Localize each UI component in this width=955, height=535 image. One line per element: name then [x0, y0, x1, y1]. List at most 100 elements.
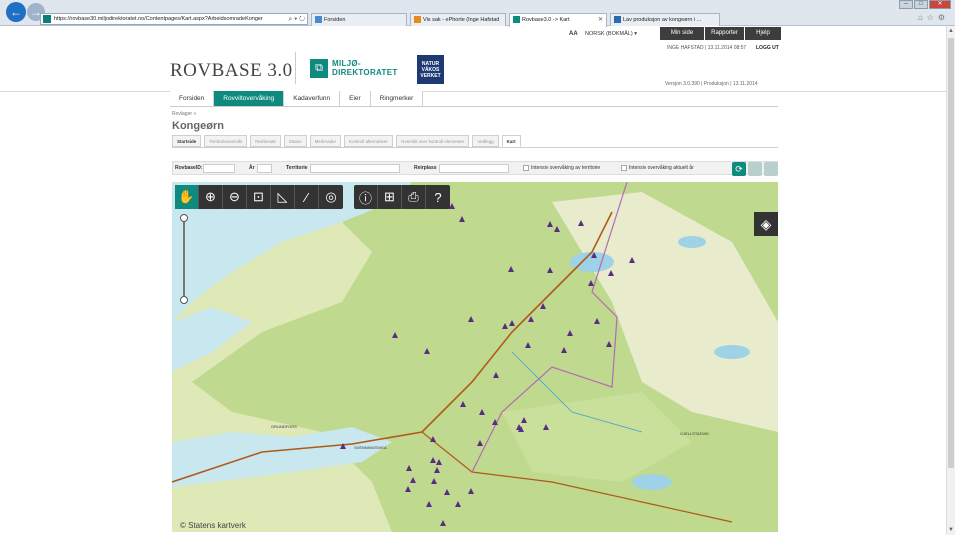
tab-favicon-icon	[614, 16, 621, 23]
tab-label: Rovbase3.0 -> Kart	[522, 17, 570, 23]
menu-item-kadaverfunn[interactable]: Kadaverfunn	[284, 91, 341, 106]
page-title: Kongeørn	[172, 120, 224, 132]
maximize-icon[interactable]: □	[914, 0, 928, 9]
tab-kongeorn-article[interactable]: Lav produksjon av kongeørn i ...	[610, 13, 720, 26]
filter-bar: RovbaseID: År Territorie Reirplass Inten…	[172, 161, 778, 176]
logo-line: MILJØ-	[332, 59, 361, 68]
reports-button[interactable]: Rapporter	[705, 27, 744, 40]
miljodirektoratet-logo-text: MILJØ- DIREKTORATET	[332, 59, 398, 77]
layers-icon[interactable]: ◈	[754, 212, 778, 236]
zoom-out-icon[interactable]: ⊖	[223, 185, 247, 209]
scroll-down-icon[interactable]: ▼	[948, 527, 954, 533]
subtab-kart[interactable]: Kart	[501, 135, 521, 147]
zoom-in-icon[interactable]: ⊕	[199, 185, 223, 209]
intensive-current-label: Intensiv overvåking aktuelt år	[629, 165, 694, 171]
print-icon[interactable]: ⎙	[402, 185, 426, 209]
menu-underline	[170, 106, 778, 107]
place-label: GRUNDFORS	[271, 424, 297, 429]
breadcrumb[interactable]: Rovlager »	[172, 111, 196, 117]
nest-label: Reirplass	[414, 165, 437, 171]
my-page-button[interactable]: Min side	[660, 27, 704, 40]
zoom-max-knob[interactable]	[180, 214, 188, 222]
territory-label: Territorie	[286, 165, 308, 171]
map-canvas	[172, 182, 778, 532]
app-title: ROVBASE 3.0	[170, 60, 293, 81]
back-arrow-icon[interactable]: ←	[6, 2, 26, 22]
subtab-reirbesok[interactable]: Reirbesøk	[250, 135, 281, 147]
version-info: Versjon 3.0.390 | Produksjon | 13.11.201…	[665, 81, 758, 87]
scrollbar-thumb[interactable]	[948, 38, 954, 468]
map-toolbar-secondary: ⓘ ⊞ ⎙ ?	[354, 185, 450, 209]
subtab-underline	[172, 147, 778, 148]
rovbase-id-input[interactable]	[203, 164, 235, 173]
intensive-territory-label: Intensiv overvåking av territorie	[531, 165, 601, 171]
subtab-status[interactable]: Status	[283, 135, 307, 147]
browser-chrome: ← → https://rovbase30.miljodirektoratet.…	[0, 0, 955, 27]
browser-toolbar-icons[interactable]: ⌂☆⚙	[918, 13, 949, 22]
map-view[interactable]: GRUNDFORS SVENNINGSVIKA GJELLSTADVIK ✋ ⊕…	[172, 182, 778, 532]
menu-item-rovviltovervaking[interactable]: Rovviltovervåking	[214, 91, 285, 106]
pan-hand-icon[interactable]: ✋	[175, 185, 199, 209]
scroll-up-icon[interactable]: ▲	[948, 28, 954, 34]
intensive-territory-checkbox[interactable]	[523, 165, 529, 171]
logout-link[interactable]: LOGG UT	[756, 45, 779, 51]
subtab-kontroll-alternativer[interactable]: Kontroll alternativer	[344, 135, 393, 147]
menu-item-forsiden[interactable]: Forsiden	[170, 91, 215, 106]
info-area-icon[interactable]: ⊞	[378, 185, 402, 209]
window-controls: – □ ✕	[899, 0, 951, 10]
delete-icon[interactable]	[764, 162, 778, 176]
search-refresh-icon[interactable]: ⌕ ▾ ↻	[288, 14, 305, 24]
menu-item-ringmerker[interactable]: Ringmerker	[370, 91, 424, 106]
measure-angle-icon[interactable]: ◺	[271, 185, 295, 209]
center-target-icon[interactable]: ◎	[319, 185, 343, 209]
subtab-startside[interactable]: Startside	[172, 135, 202, 147]
subtab-bar: Startside Territorieoversikt Reirbesøk S…	[172, 135, 521, 147]
text-size-toggle[interactable]: AA	[569, 31, 578, 37]
year-input[interactable]	[257, 164, 272, 173]
refresh-search-icon[interactable]: ⟳	[732, 162, 746, 176]
minimize-icon[interactable]: –	[899, 0, 913, 9]
tab-favicon-icon	[414, 16, 421, 23]
save-icon[interactable]	[748, 162, 762, 176]
language-select[interactable]: NORSK (BOKMÅL) ▾	[585, 31, 637, 37]
tab-ephorte[interactable]: Vis sak - ePhorte (Inge Hafstad	[410, 13, 506, 26]
place-label: SVENNINGSVIKA	[354, 445, 387, 450]
tab-forsiden[interactable]: Forsiden	[311, 13, 407, 26]
menu-item-eier[interactable]: Eier	[340, 91, 371, 106]
header-rule	[0, 91, 946, 92]
zoom-slider-handle[interactable]	[180, 296, 188, 304]
nest-input[interactable]	[439, 164, 509, 173]
tab-favicon-icon	[315, 16, 322, 23]
rovbase-id-label: RovbaseID:	[175, 165, 203, 171]
zoom-track[interactable]	[183, 218, 185, 300]
map-attribution: © Statens kartverk	[180, 521, 246, 530]
tab-label: Lav produksjon av kongeørn i ...	[623, 17, 702, 23]
info-point-icon[interactable]: ⓘ	[354, 185, 378, 209]
territory-input[interactable]	[310, 164, 400, 173]
place-label: GJELLSTADVIK	[680, 431, 710, 436]
tab-label: Forsiden	[324, 17, 346, 23]
miljodirektoratet-logo-icon: ⧉	[310, 59, 328, 78]
close-window-icon[interactable]: ✕	[929, 0, 951, 9]
address-bar[interactable]: https://rovbase30.miljodirektoratet.no/C…	[40, 13, 308, 25]
subtab-territorieoversikt[interactable]: Territorieoversikt	[204, 135, 248, 147]
zoom-box-icon[interactable]: ⊡	[247, 185, 271, 209]
logo-line: DIREKTORATET	[332, 68, 398, 77]
site-favicon-icon	[43, 15, 51, 23]
address-text: https://rovbase30.miljodirektoratet.no/C…	[54, 16, 263, 22]
subtab-kontroll-elementer[interactable]: Oversikt over kontroll elementer	[395, 135, 470, 147]
subtab-vedlegg[interactable]: Vedlegg	[472, 135, 499, 147]
intensive-current-checkbox[interactable]	[621, 165, 627, 171]
page-scrollbar[interactable]: ▲ ▼	[946, 26, 955, 535]
main-menu: Forsiden Rovviltovervåking Kadaverfunn E…	[170, 91, 424, 106]
subtab-merknader[interactable]: Merknader	[309, 135, 342, 147]
measure-line-icon[interactable]: ⁄	[295, 185, 319, 209]
help-button[interactable]: Hjelp	[745, 27, 781, 40]
zoom-slider[interactable]	[180, 214, 188, 304]
logo-line: VERKET	[420, 73, 441, 79]
map-toolbar: ✋ ⊕ ⊖ ⊡ ◺ ⁄ ◎	[175, 185, 343, 209]
tab-rovbase-kart[interactable]: Rovbase3.0 -> Kart ✕	[509, 13, 607, 27]
help-icon[interactable]: ?	[426, 185, 450, 209]
user-info: INGE HAFSTAD | 13.11.2014 08:57	[667, 45, 747, 51]
close-tab-icon[interactable]: ✕	[598, 14, 603, 26]
